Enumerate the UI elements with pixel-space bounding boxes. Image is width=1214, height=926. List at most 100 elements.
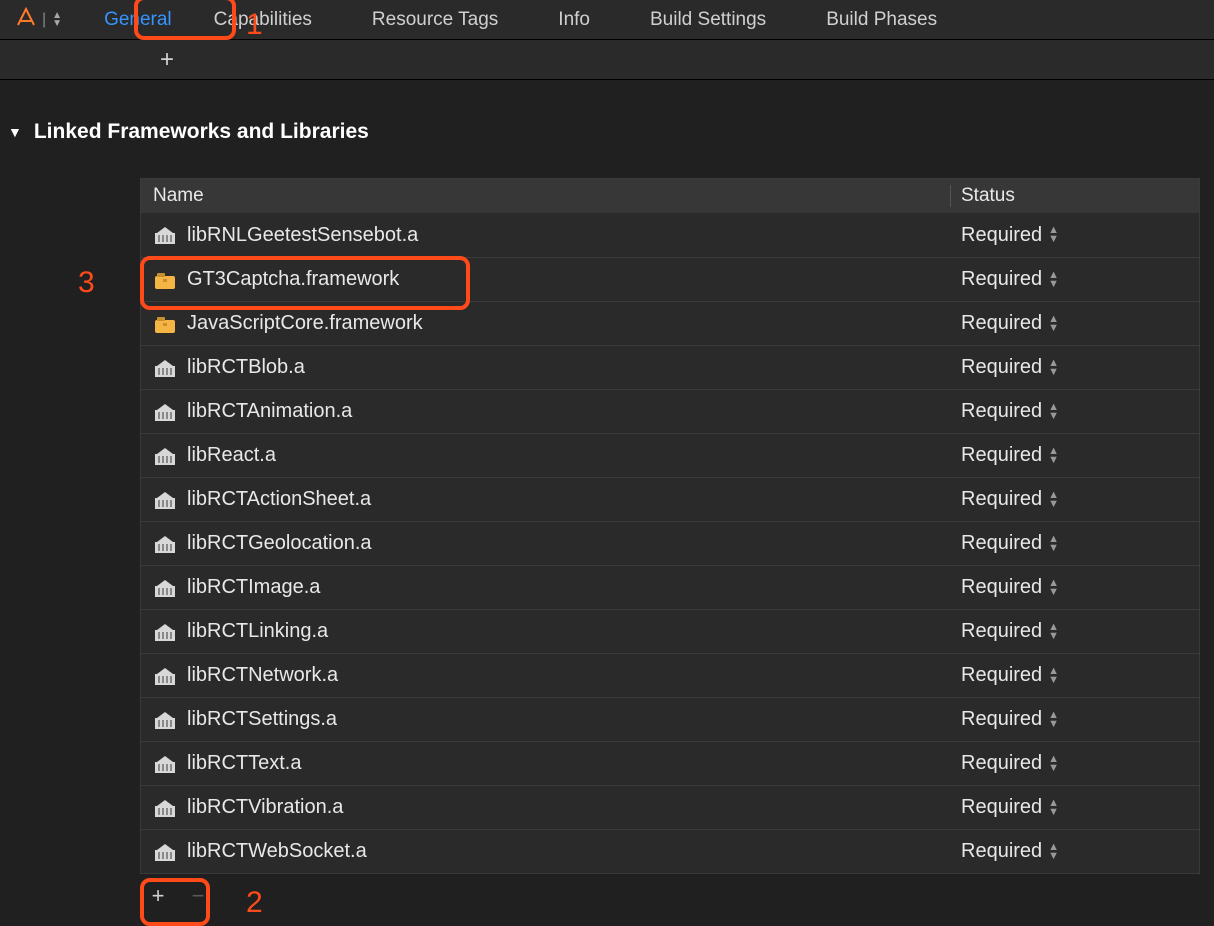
table-row[interactable]: GT3Captcha.framework Required ▲▼ (141, 257, 1199, 301)
framework-name: libRCTAnimation.a (187, 400, 352, 423)
framework-name: libRCTGeolocation.a (187, 532, 372, 555)
editor-tabs: General Capabilities Resource Tags Info … (92, 0, 967, 40)
cell-name: libRNLGeetestSensebot.a (141, 224, 951, 247)
tab-build-phases[interactable]: Build Phases (796, 0, 967, 40)
table-row[interactable]: libRCTBlob.aRequired▲▼ (141, 345, 1199, 389)
column-name[interactable]: Name (141, 185, 951, 207)
status-value: Required (961, 312, 1042, 335)
status-stepper-icon[interactable]: ▲▼ (1048, 226, 1059, 244)
library-icon (153, 401, 177, 423)
tab-resource-tags[interactable]: Resource Tags (342, 0, 528, 40)
status-stepper-icon[interactable]: ▲▼ (1048, 623, 1059, 641)
cell-status[interactable]: Required▲▼ (951, 356, 1199, 379)
tab-build-settings[interactable]: Build Settings (620, 0, 796, 40)
target-selector[interactable]: | ▲▼ (16, 7, 62, 32)
status-stepper-icon[interactable]: ▲▼ (1048, 799, 1059, 817)
tab-capabilities[interactable]: Capabilities (184, 0, 342, 40)
frameworks-table: Name Status libRNLGeetestSensebot.aRequi… (140, 178, 1200, 874)
table-row[interactable]: JavaScriptCore.framework Required ▲▼ (141, 301, 1199, 345)
cell-name: libRCTSettings.a (141, 708, 951, 731)
cell-status[interactable]: Required▲▼ (951, 752, 1199, 775)
framework-name: libRCTSettings.a (187, 708, 337, 731)
status-stepper-icon[interactable]: ▲▼ (1048, 579, 1059, 597)
cell-status[interactable]: Required ▲▼ (951, 400, 1199, 423)
tab-info[interactable]: Info (528, 0, 620, 40)
cell-status[interactable]: Required▲▼ (951, 224, 1199, 247)
framework-name: GT3Captcha.framework (187, 268, 399, 291)
table-row[interactable]: libRCTGeolocation.a Required ▲▼ (141, 521, 1199, 565)
status-stepper-icon[interactable]: ▲▼ (1048, 843, 1059, 861)
library-icon (153, 621, 177, 643)
framework-name: libRCTNetwork.a (187, 664, 338, 687)
framework-name: libRCTVibration.a (187, 796, 343, 819)
status-stepper-icon[interactable]: ▲▼ (1048, 491, 1059, 509)
framework-name: JavaScriptCore.framework (187, 312, 423, 335)
table-row[interactable]: libRCTText.aRequired▲▼ (141, 741, 1199, 785)
status-stepper-icon[interactable]: ▲▼ (1048, 315, 1059, 333)
section-header[interactable]: ▼ Linked Frameworks and Libraries (0, 120, 1214, 144)
status-stepper-icon[interactable]: ▲▼ (1048, 403, 1059, 421)
status-stepper-icon[interactable]: ▲▼ (1048, 755, 1059, 773)
status-stepper-icon[interactable]: ▲▼ (1048, 359, 1059, 377)
cell-status[interactable]: Required▲▼ (951, 664, 1199, 687)
cell-status[interactable]: Required ▲▼ (951, 708, 1199, 731)
framework-name: libRCTImage.a (187, 576, 320, 599)
table-header: Name Status (141, 179, 1199, 213)
cell-name: libRCTGeolocation.a (141, 532, 951, 555)
status-value: Required (961, 268, 1042, 291)
cell-status[interactable]: Required ▲▼ (951, 532, 1199, 555)
library-icon (153, 577, 177, 599)
status-stepper-icon[interactable]: ▲▼ (1048, 447, 1059, 465)
cell-status[interactable]: Required▲▼ (951, 620, 1199, 643)
table-row[interactable]: libRCTAnimation.a Required ▲▼ (141, 389, 1199, 433)
table-row[interactable]: libRCTNetwork.a Required▲▼ (141, 653, 1199, 697)
cell-status[interactable]: Required▲▼ (951, 488, 1199, 511)
cell-name: libReact.a (141, 444, 951, 467)
status-value: Required (961, 840, 1042, 863)
table-row[interactable]: libRCTWebSocket.aRequired▲▼ (141, 829, 1199, 873)
cell-status[interactable]: Required▲▼ (951, 576, 1199, 599)
table-row[interactable]: libRCTSettings.a Required ▲▼ (141, 697, 1199, 741)
cell-status[interactable]: Required ▲▼ (951, 268, 1199, 291)
cell-name: JavaScriptCore.framework (141, 312, 951, 335)
status-stepper-icon[interactable]: ▲▼ (1048, 535, 1059, 553)
table-row[interactable]: libRCTVibration.a Required ▲▼ (141, 785, 1199, 829)
separator: | (42, 11, 46, 29)
status-value: Required (961, 796, 1042, 819)
cell-status[interactable]: Required ▲▼ (951, 444, 1199, 467)
target-stepper-icon[interactable]: ▲▼ (52, 12, 62, 28)
library-icon (153, 797, 177, 819)
status-stepper-icon[interactable]: ▲▼ (1048, 271, 1059, 289)
status-value: Required (961, 532, 1042, 555)
framework-icon (153, 313, 177, 335)
editor-tabbar: | ▲▼ General Capabilities Resource Tags … (0, 0, 1214, 40)
table-row[interactable]: libRCTImage.a Required▲▼ (141, 565, 1199, 609)
status-value: Required (961, 444, 1042, 467)
framework-name: libRCTActionSheet.a (187, 488, 371, 511)
content-area: ▼ Linked Frameworks and Libraries Name S… (0, 80, 1214, 914)
table-footer: + − (140, 874, 1200, 914)
cell-name: libRCTImage.a (141, 576, 951, 599)
framework-name: libReact.a (187, 444, 276, 467)
cell-name: libRCTLinking.a (141, 620, 951, 643)
status-stepper-icon[interactable]: ▲▼ (1048, 667, 1059, 685)
table-row[interactable]: libRNLGeetestSensebot.aRequired▲▼ (141, 213, 1199, 257)
cell-status[interactable]: Required ▲▼ (951, 840, 1199, 863)
status-value: Required (961, 400, 1042, 423)
table-row[interactable]: libRCTActionSheet.a Required▲▼ (141, 477, 1199, 521)
cell-status[interactable]: Required ▲▼ (951, 312, 1199, 335)
status-value: Required (961, 708, 1042, 731)
library-icon (153, 841, 177, 863)
plus-icon[interactable]: + (160, 46, 174, 74)
cell-status[interactable]: Required ▲▼ (951, 796, 1199, 819)
library-icon (153, 357, 177, 379)
disclosure-triangle-icon[interactable]: ▼ (8, 124, 22, 140)
add-framework-button[interactable]: + (140, 880, 176, 912)
cell-name: libRCTActionSheet.a (141, 488, 951, 511)
column-status[interactable]: Status (951, 185, 1199, 207)
table-row[interactable]: libRCTLinking.aRequired▲▼ (141, 609, 1199, 653)
remove-framework-button[interactable]: − (180, 880, 216, 912)
table-row[interactable]: libReact.a Required ▲▼ (141, 433, 1199, 477)
status-stepper-icon[interactable]: ▲▼ (1048, 711, 1059, 729)
tab-general[interactable]: General (92, 0, 184, 40)
